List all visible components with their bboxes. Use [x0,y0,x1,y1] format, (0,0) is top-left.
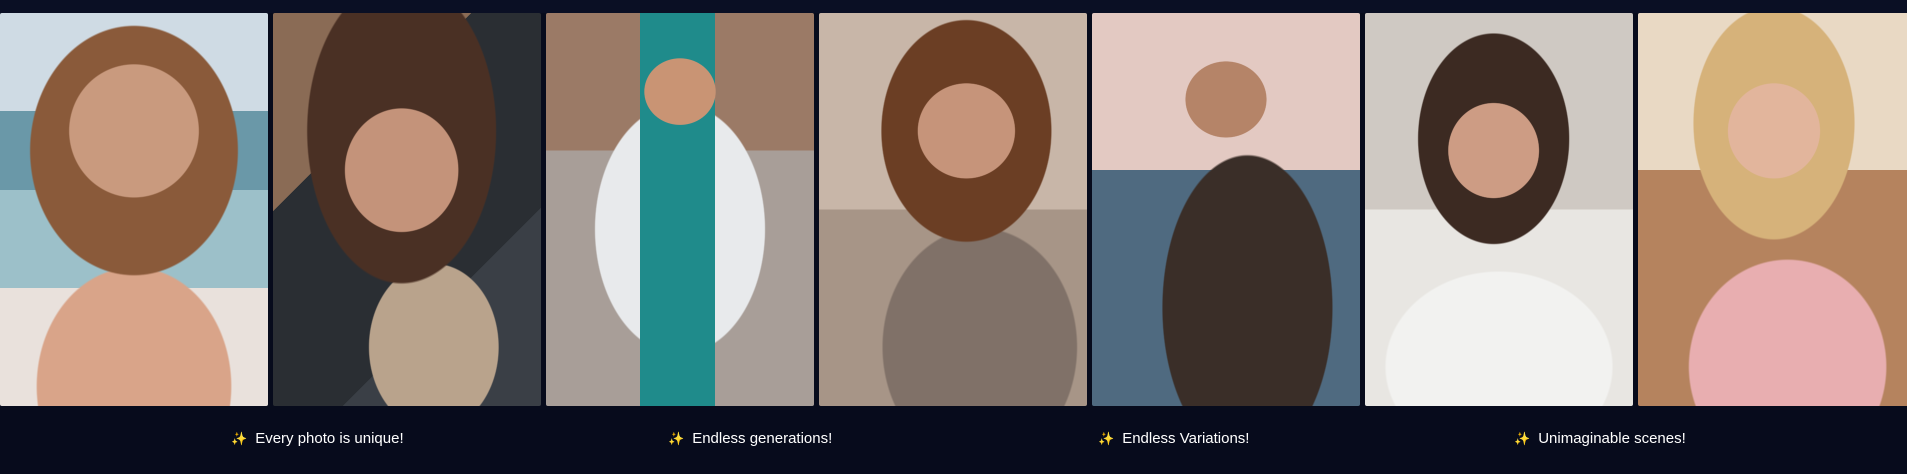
gallery-photo[interactable] [546,13,814,406]
feature-caption: ✨ Every photo is unique! [231,423,404,453]
sparkle-icon: ✨ [668,430,685,446]
gallery-photo[interactable] [0,13,268,406]
feature-caption: ✨ Endless Variations! [1098,423,1249,453]
top-banner-strip [0,0,1907,13]
feature-captions: ✨ Every photo is unique! ✨ Endless gener… [0,406,1907,474]
gallery-photo[interactable] [1638,13,1907,406]
feature-caption: ✨ Unimaginable scenes! [1514,423,1686,453]
caption-text: Unimaginable scenes! [1538,429,1686,447]
sparkle-icon: ✨ [231,430,248,446]
caption-text: Every photo is unique! [255,429,404,447]
sparkle-icon: ✨ [1514,430,1531,446]
gallery-photo[interactable] [273,13,541,406]
caption-text: Endless generations! [692,429,833,447]
gallery-photo[interactable] [819,13,1087,406]
gallery-photo[interactable] [1365,13,1633,406]
caption-text: Endless Variations! [1122,429,1250,447]
sparkle-icon: ✨ [1098,430,1115,446]
feature-caption: ✨ Endless generations! [668,423,832,453]
gallery-photo[interactable] [1092,13,1360,406]
photo-gallery [0,13,1907,406]
